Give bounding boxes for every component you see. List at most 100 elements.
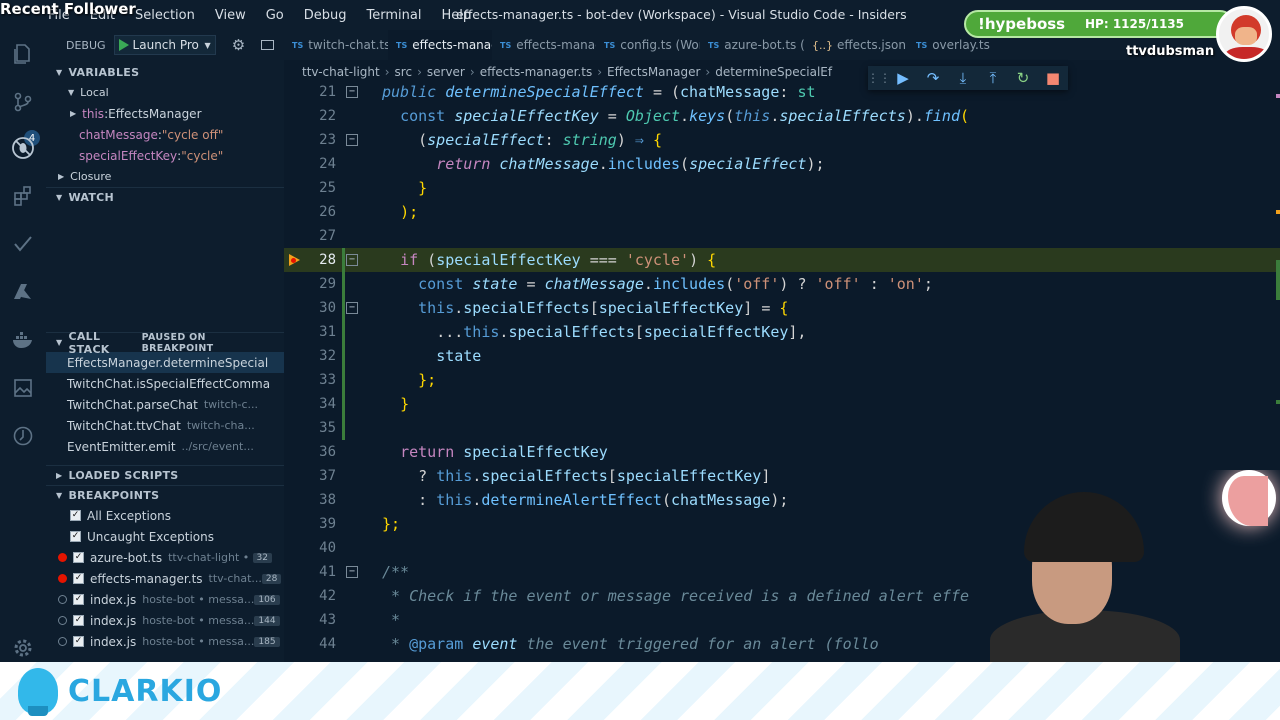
tab-4[interactable]: TS azure-bot.ts (\ (700, 30, 804, 60)
code-line[interactable]: 22 const specialEffectKey = Object.keys(… (284, 104, 1280, 128)
breakpoint-row[interactable]: ✓ index.js hoste-bot • messa... 106 (46, 589, 284, 610)
callstack-frame[interactable]: TwitchChat.isSpecialEffectComma (46, 373, 284, 394)
code-line[interactable]: 30− this.specialEffects[specialEffectKey… (284, 296, 1280, 320)
configure-gear-icon[interactable]: ⚙ (232, 36, 245, 54)
restart-icon[interactable]: ↻ (1012, 67, 1034, 89)
drag-grip-icon[interactable]: ⋮⋮ (867, 67, 891, 89)
code-line[interactable]: 25 } (284, 176, 1280, 200)
menu-go[interactable]: Go (256, 8, 294, 23)
tab-2[interactable]: TS effects-manag (492, 30, 596, 60)
breadcrumb-item[interactable]: determineSpecialEf (715, 65, 832, 79)
brand-logo-text: CLARKIO (68, 674, 223, 709)
scope-local[interactable]: ▼ Local (46, 82, 284, 103)
breakpoint-row[interactable]: ✓ Uncaught Exceptions (46, 526, 284, 547)
watch-header-label: WATCH (68, 191, 115, 204)
start-debugging-icon[interactable] (118, 39, 129, 51)
fold-toggle-icon[interactable]: − (346, 254, 358, 266)
code-line[interactable]: 23− (specialEffect: string) ⇒ { (284, 128, 1280, 152)
step-over-icon[interactable]: ↷ (922, 67, 944, 89)
source-control-icon[interactable] (11, 90, 35, 114)
breakpoint-checkbox[interactable]: ✓ (73, 594, 84, 605)
code-line[interactable]: 21− public determineSpecialEffect = (chat… (284, 80, 1280, 104)
breakpoints-header[interactable]: ▼ BREAKPOINTS (46, 485, 284, 505)
code-line[interactable]: 34 } (284, 392, 1280, 416)
callstack-frame[interactable]: EventEmitter.emit ../src/event... (46, 436, 284, 457)
callstack-frame[interactable]: TwitchChat.ttvChat twitch-cha... (46, 415, 284, 436)
line-number: 21 (319, 84, 336, 100)
step-out-icon[interactable]: ⤒ (982, 67, 1004, 89)
watch-empty-area (46, 207, 284, 332)
breakpoint-row[interactable]: ✓ All Exceptions (46, 505, 284, 526)
variable-row[interactable]: chatMessage: "cycle off" (46, 124, 284, 145)
code-line[interactable]: 24 return chatMessage.includes(specialEf… (284, 152, 1280, 176)
breadcrumb-item[interactable]: ttv-chat-light (302, 65, 380, 79)
tab-3[interactable]: TS config.ts (Wor (596, 30, 700, 60)
azure-icon[interactable] (11, 280, 35, 304)
breakpoint-checkbox[interactable]: ✓ (73, 573, 84, 584)
line-number: 44 (319, 636, 336, 652)
menu-view[interactable]: View (205, 8, 256, 23)
callstack-header[interactable]: ▼ CALL STACK PAUSED ON BREAKPOINT (46, 330, 284, 356)
fold-toggle-icon[interactable]: − (346, 134, 358, 146)
debug-console-icon[interactable] (261, 40, 275, 50)
breakpoint-row[interactable]: ✓ index.js hoste-bot • messa... 144 (46, 610, 284, 631)
breadcrumb-item[interactable]: server (427, 65, 465, 79)
code-line[interactable]: 29 const state = chatMessage.includes('o… (284, 272, 1280, 296)
variable-row[interactable]: ▶ this: EffectsManager (46, 103, 284, 124)
tab-1[interactable]: TS effects-manag (388, 30, 492, 60)
callstack-frame[interactable]: EffectsManager.determineSpecial (46, 352, 284, 373)
code-line[interactable]: 27 (284, 224, 1280, 248)
breakpoint-dot-icon (58, 616, 67, 625)
breakpoint-checkbox[interactable]: ✓ (70, 531, 81, 542)
breakpoint-row[interactable]: ✓ index.js hoste-bot • messa... 185 (46, 631, 284, 652)
breadcrumb-item[interactable]: effects-manager.ts (480, 65, 593, 79)
variable-row[interactable]: specialEffectKey: "cycle" (46, 145, 284, 166)
loaded-scripts-header[interactable]: ▶ LOADED SCRIPTS (46, 465, 284, 485)
code-line[interactable]: 26 ); (284, 200, 1280, 224)
breadcrumb-item[interactable]: src (395, 65, 413, 79)
breakpoint-checkbox[interactable]: ✓ (73, 615, 84, 626)
breakpoint-checkbox[interactable]: ✓ (73, 636, 84, 647)
code-line[interactable]: 32 state (284, 344, 1280, 368)
launch-config-select[interactable]: Launch Pro ▼ (113, 35, 216, 55)
chevron-down-icon: ▼ (68, 88, 75, 97)
callstack-frame[interactable]: TwitchChat.parseChat twitch-c... (46, 394, 284, 415)
variables-header[interactable]: ▼ VARIABLES (46, 62, 284, 82)
debug-icon[interactable] (11, 136, 35, 160)
watch-header[interactable]: ▼ WATCH (46, 187, 284, 207)
breakpoint-row[interactable]: ✓ azure-bot.ts ttv-chat-light • 32 (46, 547, 284, 568)
ts-file-icon: TS (396, 40, 408, 50)
chevron-down-icon: ▼ (204, 40, 211, 50)
docker-icon[interactable] (11, 328, 35, 352)
extensions-icon[interactable] (11, 184, 35, 208)
breakpoint-checkbox[interactable]: ✓ (73, 552, 84, 563)
code-line[interactable]: 33 }; (284, 368, 1280, 392)
stop-icon[interactable]: ■ (1042, 67, 1064, 89)
line-number: 31 (319, 324, 336, 340)
breakpoint-file: ttv-chat... (208, 572, 262, 585)
code-line[interactable]: 31 ...this.specialEffects[specialEffectK… (284, 320, 1280, 344)
code-line[interactable]: 28− if (specialEffectKey === 'cycle') { (284, 248, 1280, 272)
breakpoint-row[interactable]: ✓ effects-manager.ts ttv-chat... 28 (46, 568, 284, 589)
code-line[interactable]: 35 (284, 416, 1280, 440)
explorer-icon[interactable] (11, 42, 35, 66)
gallery-icon[interactable] (11, 376, 35, 400)
code-line[interactable]: 36 return specialEffectKey (284, 440, 1280, 464)
step-into-icon[interactable]: ⤓ (952, 67, 974, 89)
ts-file-icon: TS (916, 40, 928, 50)
settings-gear-icon[interactable] (11, 636, 35, 660)
tab-5[interactable]: {..} effects.json (804, 30, 908, 60)
breadcrumb-item[interactable]: EffectsManager (607, 65, 700, 79)
test-check-icon[interactable] (11, 232, 35, 256)
fold-toggle-icon[interactable]: − (346, 86, 358, 98)
scope-closure[interactable]: ▶ Closure (46, 166, 284, 187)
fold-toggle-icon[interactable]: − (346, 566, 358, 578)
breakpoint-checkbox[interactable]: ✓ (70, 510, 81, 521)
fold-toggle-icon[interactable]: − (346, 302, 358, 314)
continue-icon[interactable]: ▶ (892, 67, 914, 89)
menu-debug[interactable]: Debug (294, 8, 357, 23)
tab-0[interactable]: TS twitch-chat.ts (284, 30, 388, 60)
menu-selection[interactable]: Selection (125, 8, 205, 23)
menu-terminal[interactable]: Terminal (357, 8, 432, 23)
live-share-icon[interactable] (11, 424, 35, 448)
